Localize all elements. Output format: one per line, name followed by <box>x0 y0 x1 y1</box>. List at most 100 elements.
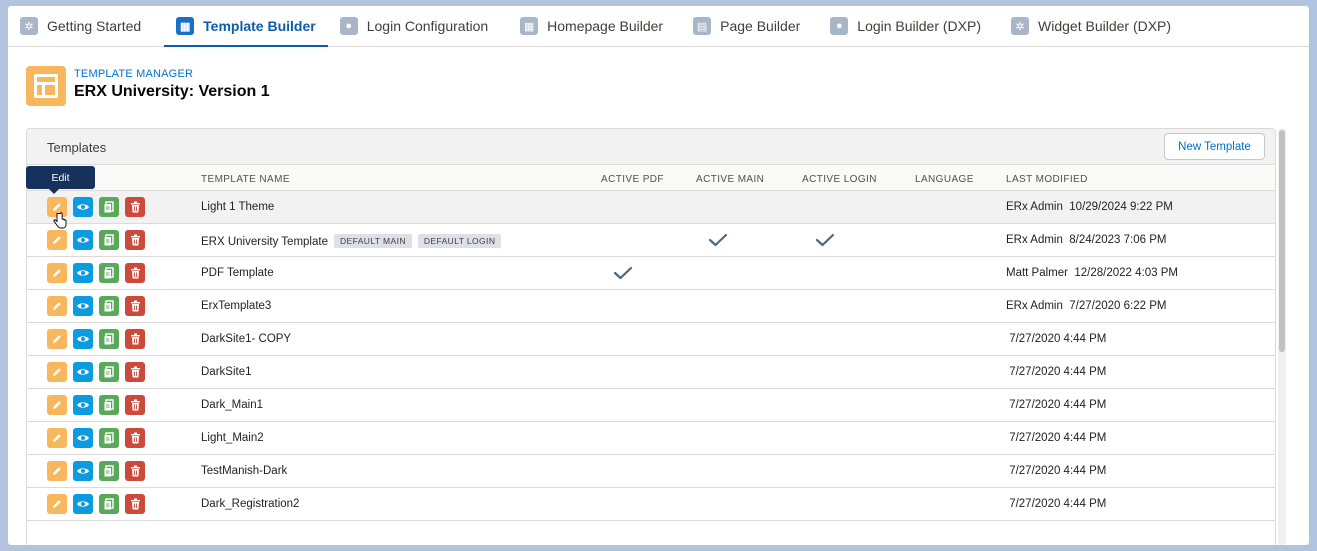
delete-button[interactable] <box>125 296 145 316</box>
app-frame: ✲ Getting Started ▦ Template Builder ● L… <box>8 6 1309 545</box>
tab-login-builder-dxp[interactable]: ● Login Builder (DXP) <box>818 6 993 46</box>
page-kicker: TEMPLATE MANAGER <box>74 68 194 80</box>
view-button[interactable] <box>73 197 93 217</box>
row-actions <box>47 296 145 316</box>
card-title: Templates <box>47 140 107 155</box>
table-row[interactable]: Dark_Registration2 7/27/2020 4:44 PM <box>27 488 1275 521</box>
table-row[interactable]: ErxTemplate3 ERx Admin 7/27/2020 6:22 PM <box>27 290 1275 323</box>
edit-button[interactable] <box>47 395 67 415</box>
last-modified-cell: 7/27/2020 4:44 PM <box>1006 498 1107 510</box>
tab-page-builder[interactable]: ▤ Page Builder <box>681 6 812 46</box>
template-name: Dark_Registration2 <box>201 498 300 510</box>
hand-cursor-icon <box>53 212 67 229</box>
copy-button[interactable] <box>99 329 119 349</box>
view-button[interactable] <box>73 263 93 283</box>
table-row[interactable]: DarkSite1 7/27/2020 4:44 PM <box>27 356 1275 389</box>
edit-button[interactable] <box>47 296 67 316</box>
tab-label: Homepage Builder <box>547 18 664 34</box>
copy-icon <box>103 200 115 214</box>
eye-icon <box>76 268 90 278</box>
tab-label: Page Builder <box>720 18 801 34</box>
view-button[interactable] <box>73 461 93 481</box>
copy-button[interactable] <box>99 296 119 316</box>
template-name-cell: DarkSite1 <box>201 366 252 378</box>
scrollbar-thumb[interactable] <box>1279 130 1285 352</box>
table-row[interactable]: Dark_Main1 7/27/2020 4:44 PM <box>27 389 1275 422</box>
edit-button[interactable] <box>47 461 67 481</box>
trash-icon <box>130 333 141 345</box>
copy-button[interactable] <box>99 428 119 448</box>
delete-button[interactable] <box>125 263 145 283</box>
view-button[interactable] <box>73 494 93 514</box>
delete-button[interactable] <box>125 230 145 250</box>
table-body: Light 1 Theme ERx Admin 10/29/2024 9:22 P… <box>27 191 1275 521</box>
copy-button[interactable] <box>99 494 119 514</box>
table-row[interactable]: Light 1 Theme ERx Admin 10/29/2024 9:22 P… <box>27 191 1275 224</box>
eye-icon <box>76 235 90 245</box>
tab-widget-builder-dxp[interactable]: ✲ Widget Builder (DXP) <box>999 6 1183 46</box>
edit-button[interactable] <box>47 362 67 382</box>
view-button[interactable] <box>73 428 93 448</box>
view-button[interactable] <box>73 296 93 316</box>
edit-button[interactable] <box>47 263 67 283</box>
template-name: DarkSite1- COPY <box>201 333 292 345</box>
tab-getting-started[interactable]: ✲ Getting Started <box>8 6 153 46</box>
layout-icon: ▦ <box>520 17 539 35</box>
view-button[interactable] <box>73 362 93 382</box>
copy-icon <box>103 266 115 280</box>
col-active-main[interactable]: ACTIVE MAIN <box>696 174 764 185</box>
copy-button[interactable] <box>99 263 119 283</box>
row-actions <box>47 395 145 415</box>
col-last-modified[interactable]: LAST MODIFIED <box>1006 174 1088 185</box>
table-row[interactable]: TestManish-Dark 7/27/2020 4:44 PM <box>27 455 1275 488</box>
copy-button[interactable] <box>99 395 119 415</box>
tab-homepage-builder[interactable]: ▦ Homepage Builder <box>508 6 675 46</box>
table-row[interactable]: PDF Template Matt Palmer 12/28/2022 4:03 … <box>27 257 1275 290</box>
edit-button[interactable] <box>47 329 67 349</box>
delete-button[interactable] <box>125 395 145 415</box>
table-row[interactable]: DarkSite1- COPY 7/27/2020 4:44 PM <box>27 323 1275 356</box>
delete-button[interactable] <box>125 197 145 217</box>
copy-button[interactable] <box>99 362 119 382</box>
col-language[interactable]: LANGUAGE <box>915 174 974 185</box>
copy-button[interactable] <box>99 461 119 481</box>
tab-template-builder[interactable]: ▦ Template Builder <box>164 6 328 47</box>
last-modified-cell: ERx Admin 10/29/2024 9:22 PM <box>1006 201 1173 213</box>
delete-button[interactable] <box>125 428 145 448</box>
table-row[interactable]: ERX University Template DEFAULT MAIN DEFAU… <box>27 224 1275 257</box>
col-template-name[interactable]: TEMPLATE NAME <box>201 174 290 185</box>
copy-button[interactable] <box>99 197 119 217</box>
active-login-check-icon <box>815 233 835 247</box>
delete-button[interactable] <box>125 329 145 349</box>
template-name-cell: ERX University Template DEFAULT MAIN DEFAU… <box>201 234 502 248</box>
delete-button[interactable] <box>125 494 145 514</box>
eye-icon <box>76 202 90 212</box>
edit-button[interactable] <box>47 230 67 250</box>
row-actions <box>47 494 145 514</box>
pencil-icon <box>51 267 63 279</box>
view-button[interactable] <box>73 395 93 415</box>
pencil-icon <box>51 234 63 246</box>
trash-icon <box>130 498 141 510</box>
copy-icon <box>103 431 115 445</box>
new-template-button[interactable]: New Template <box>1164 133 1265 160</box>
trash-icon <box>130 432 141 444</box>
row-actions <box>47 362 145 382</box>
tab-login-configuration[interactable]: ● Login Configuration <box>328 6 500 46</box>
tab-label: Login Builder (DXP) <box>857 18 982 34</box>
trash-icon <box>130 267 141 279</box>
pencil-icon <box>51 498 63 510</box>
col-active-pdf[interactable]: ACTIVE PDF <box>601 174 664 185</box>
view-button[interactable] <box>73 230 93 250</box>
eye-icon <box>76 499 90 509</box>
template-name: DarkSite1 <box>201 366 252 378</box>
copy-button[interactable] <box>99 230 119 250</box>
view-button[interactable] <box>73 329 93 349</box>
edit-button[interactable] <box>47 494 67 514</box>
delete-button[interactable] <box>125 461 145 481</box>
last-modified-cell: 7/27/2020 4:44 PM <box>1006 333 1107 345</box>
edit-button[interactable] <box>47 428 67 448</box>
delete-button[interactable] <box>125 362 145 382</box>
col-active-login[interactable]: ACTIVE LOGIN <box>802 174 877 185</box>
table-row[interactable]: Light_Main2 7/27/2020 4:44 PM <box>27 422 1275 455</box>
